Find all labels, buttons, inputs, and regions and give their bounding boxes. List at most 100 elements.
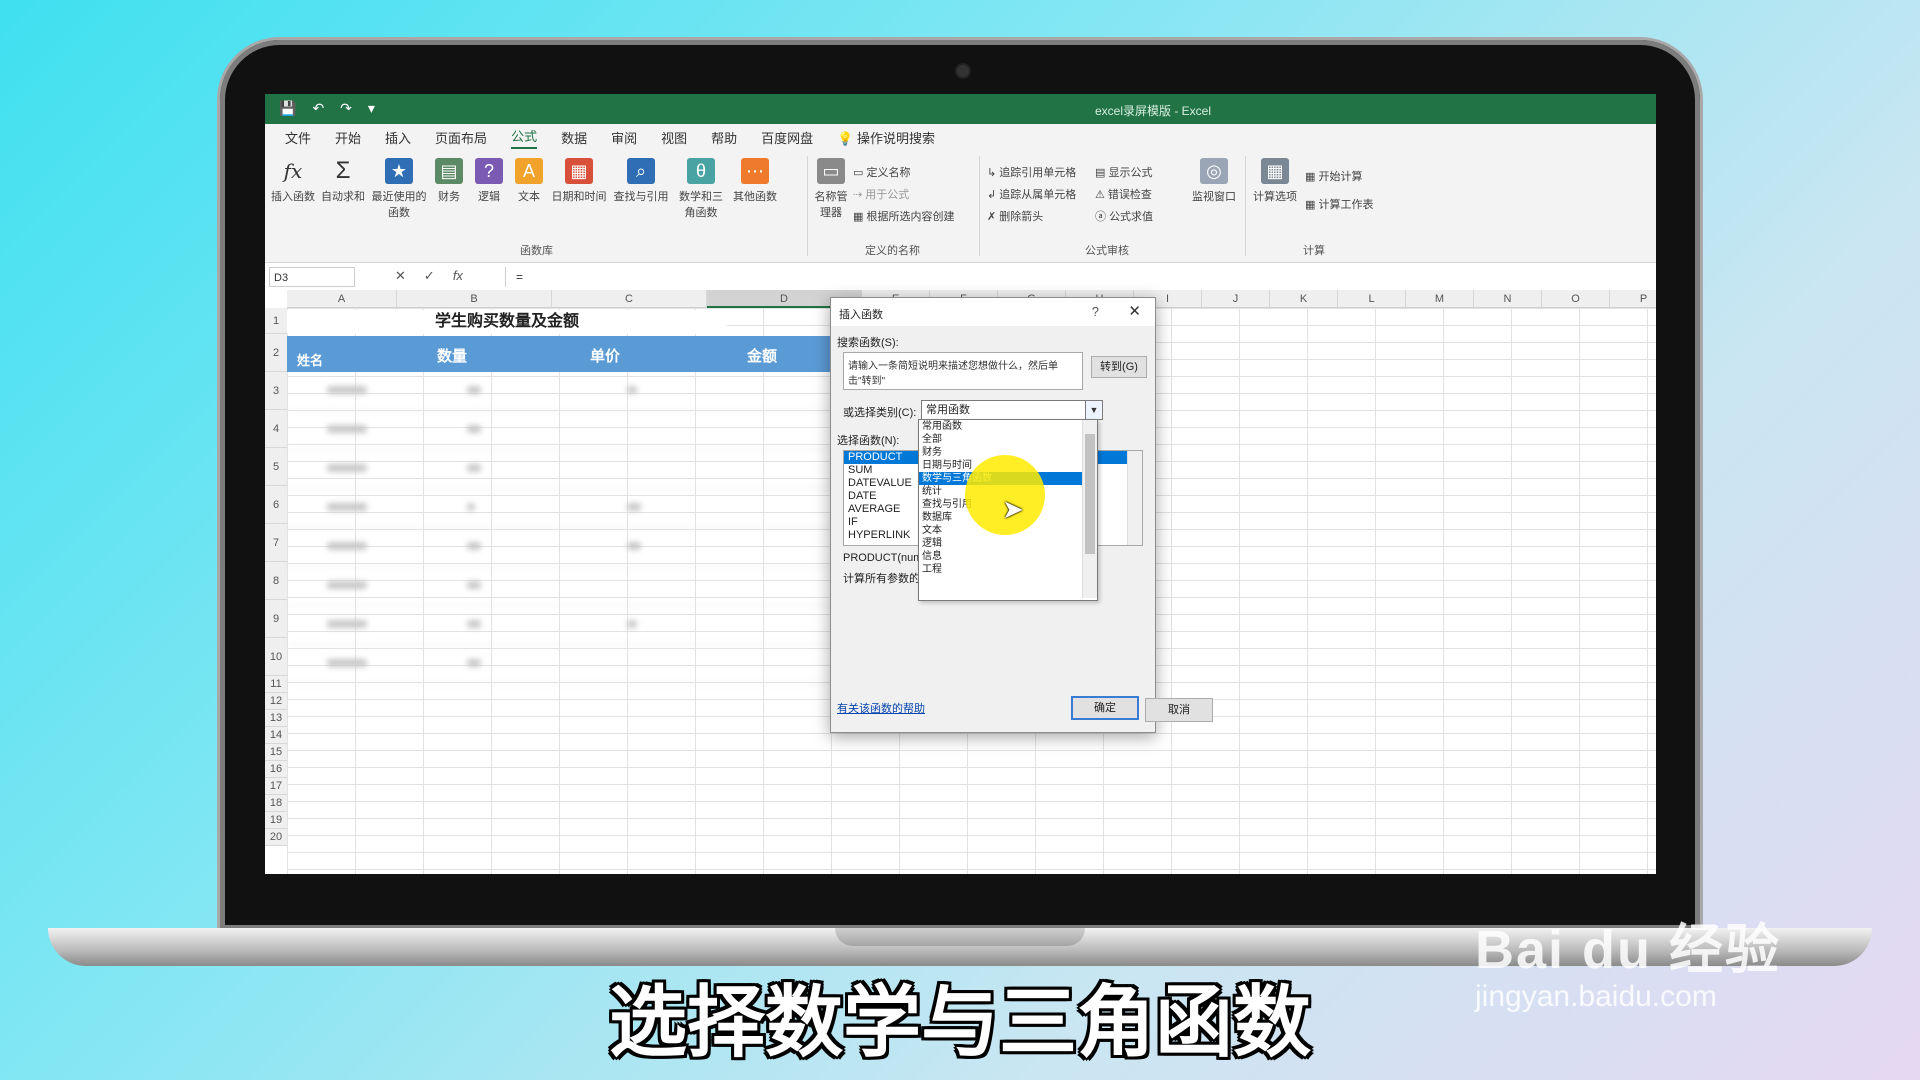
chevron-down-icon[interactable]: ▼ (1085, 401, 1102, 419)
row-header[interactable]: 18 (265, 795, 287, 812)
category-select[interactable]: 常用函数 ▼ (921, 400, 1103, 420)
remove-arrows-button[interactable]: ✗ 删除箭头 (987, 208, 1043, 224)
menu-file[interactable]: 文件 (285, 128, 311, 147)
dropdown-option[interactable]: 信息 (919, 550, 1097, 563)
help-icon[interactable]: ? (1092, 304, 1099, 319)
trace-dependents-button[interactable]: ↲ 追踪从属单元格 (987, 186, 1076, 202)
column-header[interactable]: L (1338, 290, 1406, 308)
table-header-row: 姓名 数量 单价 金额 (287, 336, 847, 372)
cancel-icon[interactable]: ✕ (395, 268, 406, 284)
row-header[interactable]: 12 (265, 693, 287, 710)
insert-function-button[interactable]: fx 插入函数 (269, 158, 317, 204)
group-label-function-library: 函数库 (520, 245, 553, 257)
tell-me-search[interactable]: 💡 操作说明搜索 (837, 128, 935, 147)
create-from-selection-button[interactable]: ▦ 根据所选内容创建 (853, 208, 954, 224)
insert-function-icon[interactable]: fx (453, 268, 463, 284)
date-time-button[interactable]: ▦ 日期和时间 (549, 158, 609, 204)
customize-qat-icon[interactable]: ▾ (368, 100, 375, 117)
save-icon[interactable]: 💾 (279, 100, 296, 117)
formula-input[interactable]: = (505, 267, 1652, 287)
excel-window: 💾 ↶ ↷ ▾ excel录屏模版 - Excel 文件 开始 插入 页面布局 … (265, 94, 1656, 874)
row-header[interactable]: 15 (265, 744, 287, 761)
row-header[interactable]: 10 (265, 638, 287, 676)
calculate-now-button[interactable]: ▦ 开始计算 (1305, 168, 1362, 184)
go-button[interactable]: 转到(G) (1091, 356, 1147, 378)
ok-button[interactable]: 确定 (1071, 696, 1139, 720)
autosum-button[interactable]: Σ 自动求和 (319, 157, 367, 204)
dropdown-scrollbar[interactable] (1082, 420, 1097, 598)
dialog-title: 插入函数 (839, 309, 883, 321)
dropdown-option[interactable]: 全部 (919, 433, 1097, 446)
calculation-options-button[interactable]: ▦ 计算选项 (1249, 158, 1301, 204)
name-box[interactable]: D3 (269, 267, 355, 287)
header-name: 姓名 (297, 353, 324, 368)
menu-baidu-netdisk[interactable]: 百度网盘 (761, 128, 813, 147)
row-header[interactable]: 19 (265, 812, 287, 829)
column-header[interactable]: J (1202, 290, 1270, 308)
row-header[interactable]: 11 (265, 676, 287, 693)
scrollbar-thumb[interactable] (1085, 434, 1095, 554)
financial-button[interactable]: ▤ 财务 (429, 158, 469, 204)
column-header[interactable]: B (397, 290, 552, 308)
column-header[interactable]: A (287, 290, 397, 308)
row-header[interactable]: 6 (265, 486, 287, 524)
row-header[interactable]: 2 (265, 334, 287, 372)
menu-home[interactable]: 开始 (335, 128, 361, 147)
text-button[interactable]: A 文本 (509, 158, 549, 204)
calculate-sheet-button[interactable]: ▦ 计算工作表 (1305, 196, 1373, 212)
menu-review[interactable]: 审阅 (611, 128, 637, 147)
row-header[interactable]: 8 (265, 562, 287, 600)
more-functions-button[interactable]: ⋯ 其他函数 (729, 158, 781, 204)
row-header[interactable]: 13 (265, 710, 287, 727)
row-header[interactable]: 20 (265, 829, 287, 846)
enter-icon[interactable]: ✓ (424, 268, 435, 284)
row-header[interactable]: 1 (265, 308, 287, 334)
dropdown-option[interactable]: 工程 (919, 563, 1097, 576)
search-function-input[interactable]: 请输入一条简短说明来描述您想做什么，然后单击"转到" (843, 352, 1083, 390)
row-header[interactable]: 17 (265, 778, 287, 795)
row-header[interactable]: 3 (265, 372, 287, 410)
menu-data[interactable]: 数据 (561, 128, 587, 147)
row-header[interactable]: 14 (265, 727, 287, 744)
close-icon[interactable]: ✕ (1128, 302, 1141, 320)
menu-help[interactable]: 帮助 (711, 128, 737, 147)
dropdown-option[interactable]: 逻辑 (919, 537, 1097, 550)
math-trig-button[interactable]: θ 数学和三角函数 (675, 158, 727, 220)
menu-view[interactable]: 视图 (661, 128, 687, 147)
row-header[interactable]: 5 (265, 448, 287, 486)
row-header[interactable]: 7 (265, 524, 287, 562)
function-signature: PRODUCT(num (843, 552, 923, 564)
undo-icon[interactable]: ↶ (312, 100, 324, 117)
menu-insert[interactable]: 插入 (385, 128, 411, 147)
row-header[interactable]: 16 (265, 761, 287, 778)
define-name-button[interactable]: ▭ 定义名称 (853, 164, 910, 180)
logical-button[interactable]: ? 逻辑 (469, 158, 509, 204)
column-header[interactable]: K (1270, 290, 1338, 308)
column-header[interactable]: P (1610, 290, 1656, 308)
name-manager-button[interactable]: ▭ 名称管理器 (813, 158, 849, 220)
evaluate-formula-button[interactable]: ⓐ 公式求值 (1095, 208, 1153, 224)
trace-precedents-button[interactable]: ↳ 追踪引用单元格 (987, 164, 1076, 180)
menu-formulas[interactable]: 公式 (511, 126, 538, 149)
menu-page-layout[interactable]: 页面布局 (435, 128, 487, 147)
webcam (955, 63, 971, 79)
row-header[interactable]: 9 (265, 600, 287, 638)
column-header[interactable]: M (1406, 290, 1474, 308)
error-checking-button[interactable]: ⚠ 错误检查 (1095, 186, 1152, 202)
lookup-reference-button[interactable]: ⌕ 查找与引用 (611, 158, 671, 204)
use-in-formula-button[interactable]: ⇢ 用于公式 (853, 186, 909, 202)
column-header[interactable]: C (552, 290, 707, 308)
column-header[interactable]: O (1542, 290, 1610, 308)
recent-functions-button[interactable]: ★ 最近使用的函数 (371, 158, 427, 220)
category-selected-value: 常用函数 (926, 404, 970, 416)
redo-icon[interactable]: ↷ (340, 100, 352, 117)
function-help-link[interactable]: 有关该函数的帮助 (837, 700, 925, 716)
dropdown-option[interactable]: 常用函数 (919, 420, 1097, 433)
function-list-scrollbar[interactable] (1127, 451, 1142, 545)
select-function-label: 选择函数(N): (837, 435, 900, 447)
row-header[interactable]: 4 (265, 410, 287, 448)
column-header[interactable]: N (1474, 290, 1542, 308)
watch-window-button[interactable]: ◎ 监视窗口 (1189, 158, 1239, 204)
show-formulas-button[interactable]: ▤ 显示公式 (1095, 164, 1152, 180)
cancel-button[interactable]: 取消 (1145, 698, 1213, 722)
